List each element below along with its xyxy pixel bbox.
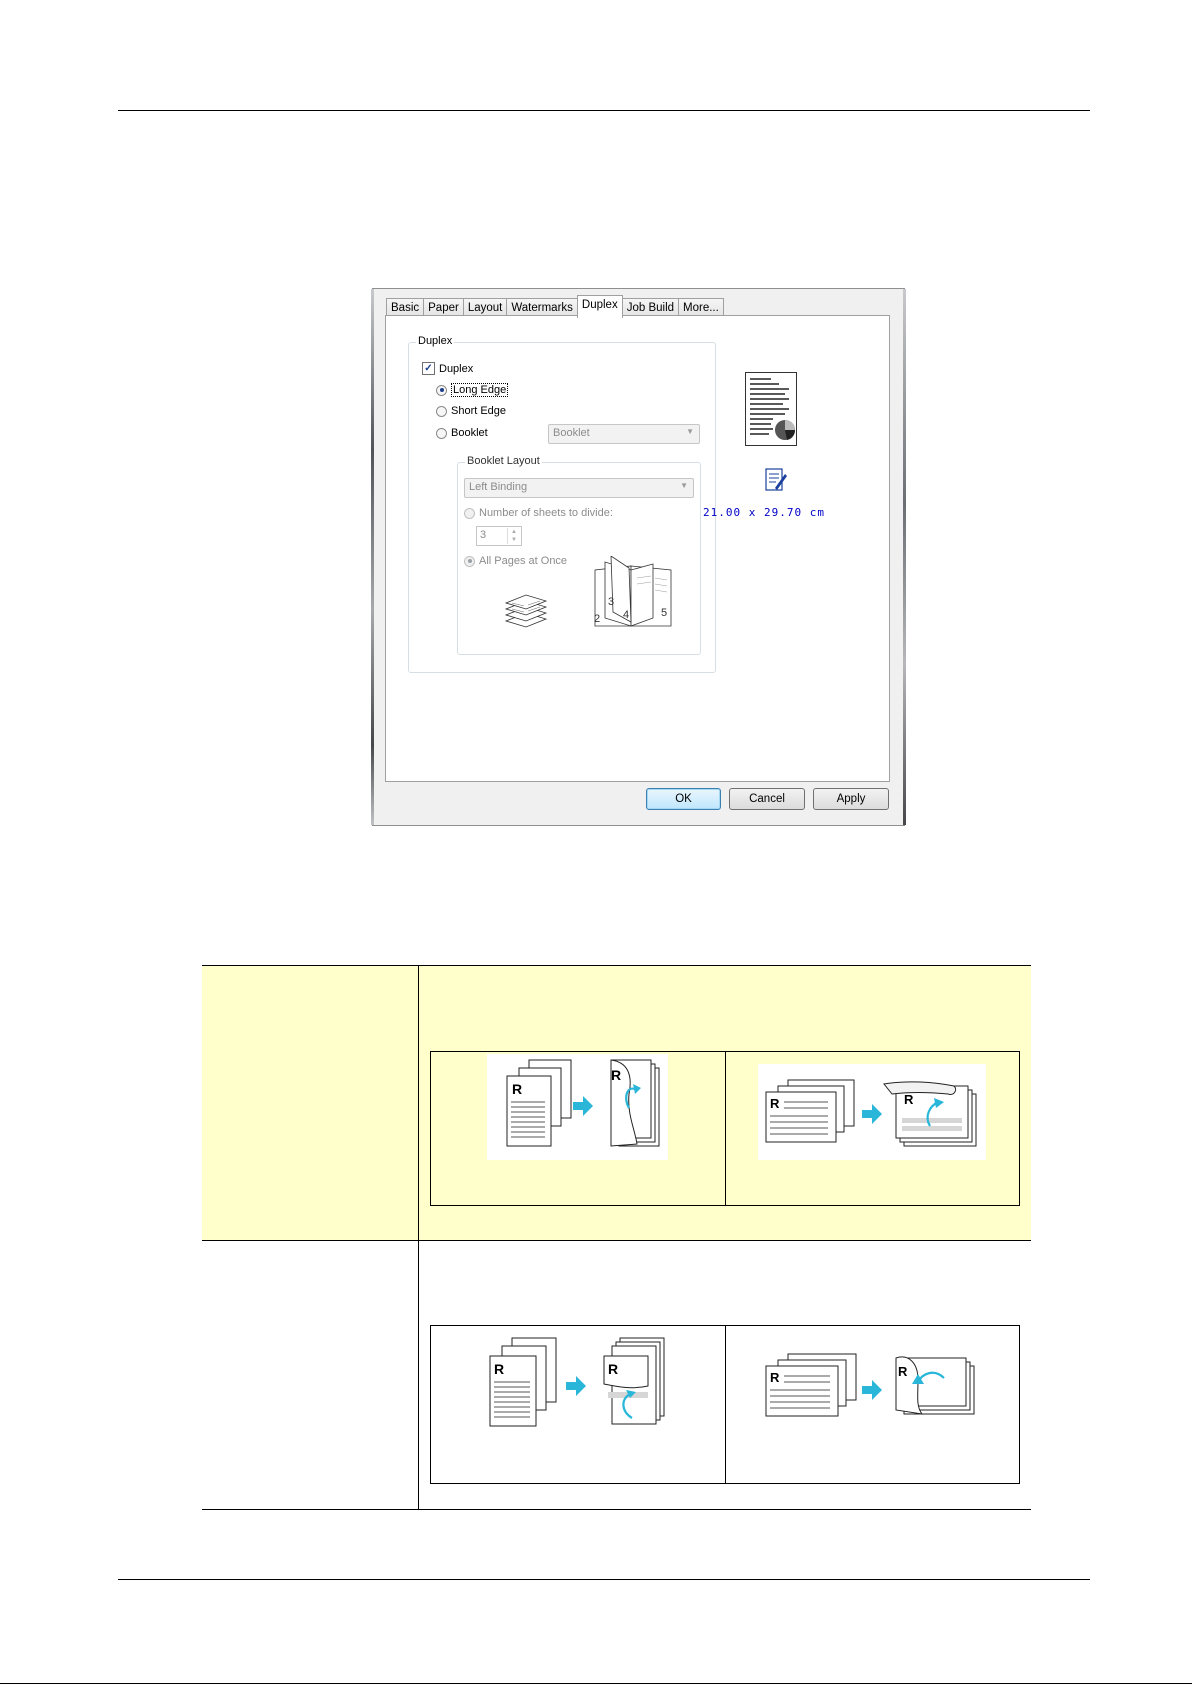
svg-text:R: R — [898, 1364, 908, 1379]
radio-all-pages-at-once[interactable]: All Pages at Once — [464, 555, 567, 567]
paper-size-icon — [765, 468, 787, 491]
radio-booklet-label: Booklet — [451, 427, 488, 439]
svg-text:R: R — [770, 1370, 780, 1385]
window-frame-right — [903, 289, 906, 825]
radio-unselected-icon — [436, 405, 447, 417]
radio-long-edge-label: Long Edge — [451, 383, 509, 397]
svg-text:R: R — [770, 1096, 780, 1111]
radio-unselected-icon — [464, 507, 475, 519]
page-preview-icon — [745, 372, 797, 446]
radio-all-pages-label: All Pages at Once — [479, 555, 568, 567]
booklet-page-number-5: 5 — [661, 607, 668, 619]
chevron-down-icon: ▼ — [680, 481, 688, 490]
radio-selected-icon — [436, 384, 447, 396]
radio-selected-icon — [464, 555, 475, 567]
svg-text:R: R — [608, 1361, 618, 1377]
radio-number-of-sheets[interactable]: Number of sheets to divide: — [464, 507, 613, 519]
booklet-page-number-4: 4 — [623, 609, 630, 621]
duplex-illustration-icon: R R — [758, 1064, 986, 1160]
window-frame-left — [371, 289, 374, 825]
duplex-checkbox-label: Duplex — [439, 362, 474, 375]
spinner-arrows-icon[interactable]: ▲ ▼ — [507, 528, 520, 544]
booklet-page-number-2: 2 — [594, 613, 601, 625]
binding-select[interactable]: Left Binding ▼ — [464, 478, 694, 498]
sheets-spinner[interactable]: 3 ▲ ▼ — [476, 526, 522, 546]
booklet-layout-title: Booklet Layout — [465, 455, 542, 467]
radio-short-edge[interactable]: Short Edge — [436, 405, 506, 417]
binding-select-value: Left Binding — [469, 481, 528, 493]
cancel-button[interactable]: Cancel — [729, 788, 805, 810]
ok-button[interactable]: OK — [646, 788, 721, 810]
printer-properties-dialog: Basic Paper Layout Watermarks Duplex Job… — [371, 288, 906, 826]
duplex-illustration-icon: R R — [480, 1336, 674, 1432]
tab-duplex[interactable]: Duplex — [576, 295, 623, 318]
paper-size-value: 21.00 x 29.70 cm — [703, 506, 825, 519]
booklet-select[interactable]: Booklet ▼ — [548, 424, 700, 444]
booklet-select-value: Booklet — [553, 427, 590, 439]
duplex-group-title: Duplex — [416, 335, 455, 347]
radio-number-of-sheets-label: Number of sheets to divide: — [479, 507, 613, 519]
table-column-divider — [418, 965, 419, 1510]
radio-unselected-icon — [436, 427, 447, 439]
long-edge-box-divider — [725, 1051, 726, 1206]
svg-text:R: R — [611, 1067, 621, 1083]
header-rule — [118, 110, 1090, 111]
booklet-page-number-3: 3 — [608, 596, 615, 608]
svg-text:R: R — [512, 1081, 522, 1097]
table-row-divider — [202, 1240, 1031, 1241]
stacked-sheets-icon — [504, 594, 548, 628]
radio-long-edge[interactable]: Long Edge — [436, 383, 509, 397]
footer-rule — [118, 1579, 1090, 1580]
apply-button[interactable]: Apply — [813, 788, 889, 810]
footer-bottom-rule — [0, 1683, 1192, 1684]
radio-booklet[interactable]: Booklet — [436, 427, 488, 439]
checkbox-checked-icon: ✓ — [422, 362, 435, 375]
svg-text:R: R — [904, 1092, 914, 1107]
table-row-1-label-cell — [202, 966, 418, 1241]
table-bottom-border — [202, 1509, 1031, 1510]
radio-short-edge-label: Short Edge — [451, 405, 507, 417]
duplex-illustration-icon: R R — [758, 1340, 986, 1430]
svg-text:R: R — [494, 1361, 504, 1377]
duplex-tab-panel: Duplex ✓ Duplex Long Edge Short Edge Boo… — [385, 315, 890, 782]
short-edge-box-divider — [725, 1325, 726, 1484]
sheets-spinner-value: 3 — [480, 529, 487, 541]
table-top-border — [202, 965, 1031, 966]
chevron-down-icon: ▼ — [686, 427, 694, 436]
duplex-illustration-icon: R R — [487, 1054, 668, 1160]
duplex-checkbox[interactable]: ✓ Duplex — [422, 362, 473, 375]
